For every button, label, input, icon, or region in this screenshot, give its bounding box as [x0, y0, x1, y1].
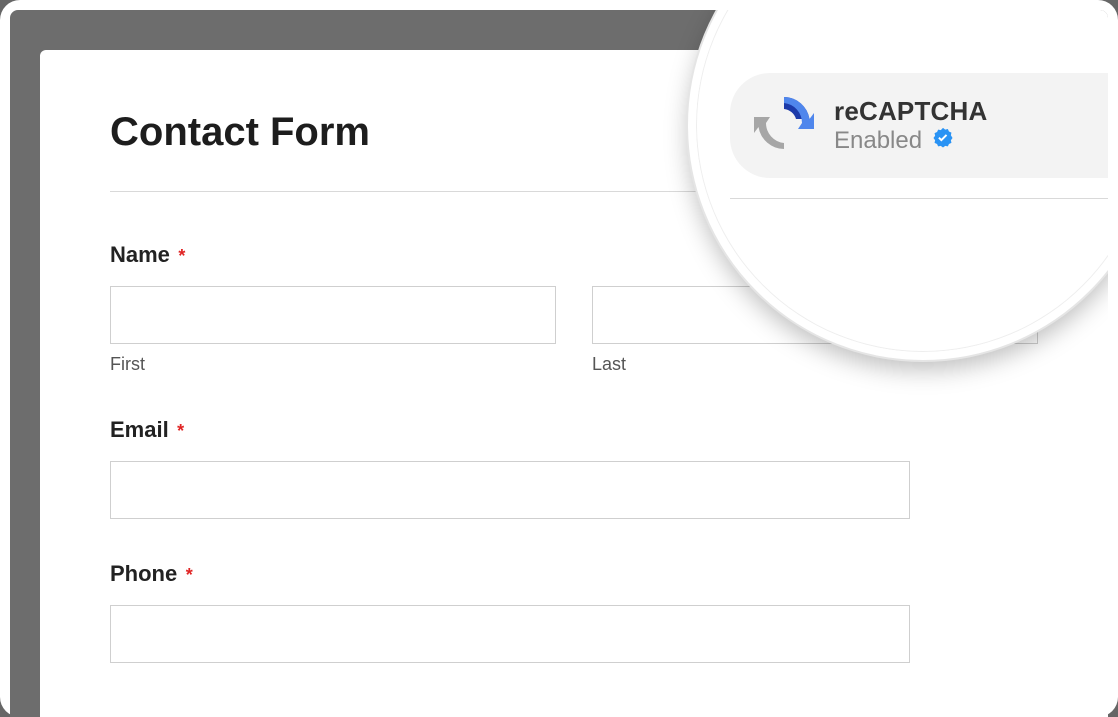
email-field: Email *: [110, 417, 1038, 519]
recaptcha-icon: [752, 91, 816, 160]
first-name-input[interactable]: [110, 286, 556, 344]
screenshot-frame: Contact Form Name * First Last: [0, 0, 1118, 717]
first-name-sublabel: First: [110, 354, 556, 375]
app-background: Contact Form Name * First Last: [10, 10, 1108, 717]
phone-input[interactable]: [110, 605, 910, 663]
recaptcha-status: Enabled: [834, 127, 922, 155]
magnifier-divider: [730, 198, 1108, 199]
email-label: Email: [110, 417, 169, 443]
last-name-sublabel: Last: [592, 354, 1038, 375]
verified-badge-icon: [932, 127, 954, 154]
name-label: Name: [110, 242, 170, 268]
phone-field: Phone *: [110, 561, 1038, 663]
email-input[interactable]: [110, 461, 910, 519]
phone-label: Phone: [110, 561, 177, 587]
recaptcha-title: reCAPTCHA: [834, 96, 987, 127]
required-mark: *: [177, 421, 184, 441]
recaptcha-badge[interactable]: reCAPTCHA Enabled: [730, 73, 1108, 178]
required-mark: *: [186, 565, 193, 585]
required-mark: *: [178, 246, 185, 266]
